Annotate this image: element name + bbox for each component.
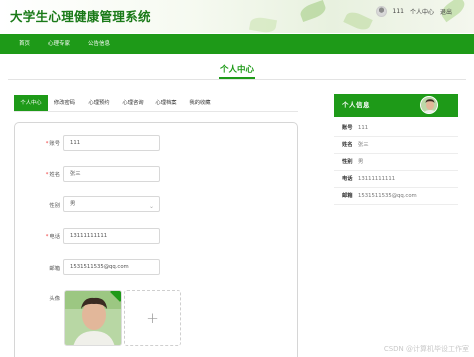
account-field[interactable]: 111	[63, 135, 160, 151]
profile-row-gender: 性别 男	[334, 154, 458, 171]
phone-field[interactable]: 13111111111	[63, 228, 160, 244]
required-mark: *	[45, 234, 49, 240]
profile-card-body: 账号 111 姓名 张三 性别 男 电话 13111111111 邮箱 1531…	[334, 117, 458, 205]
profile-card-title: 个人信息	[342, 101, 370, 109]
gender-label: 性别	[49, 203, 60, 209]
profile-card-header: 个人信息	[334, 94, 458, 117]
tab-appointments[interactable]: 心理预约	[84, 95, 114, 112]
tab-user-center[interactable]: 个人中心	[14, 95, 48, 112]
avatar-icon	[421, 97, 437, 113]
avatar-upload-button[interactable]: +	[124, 290, 181, 346]
profile-row-account: 账号 111	[334, 120, 458, 137]
phone-label: *电话	[45, 234, 60, 240]
avatar-label: 头像	[49, 296, 60, 302]
profile-row-phone: 电话 13111111111	[334, 171, 458, 188]
avatar-photo-image	[65, 291, 121, 345]
watermark: CSDN @计算机毕设工作室	[383, 345, 469, 353]
tabs-divider	[14, 111, 298, 112]
required-mark: *	[45, 141, 49, 147]
header-banner: 大学生心理健康管理系统 111 个人中心 退出	[0, 0, 474, 35]
avatar-photo[interactable]	[64, 290, 122, 346]
user-center-link[interactable]: 个人中心	[410, 7, 434, 16]
tab-consultation[interactable]: 心理咨询	[118, 95, 148, 112]
nav-item-experts[interactable]: 心理专家	[48, 34, 70, 54]
profile-row-email: 邮箱 1531511535@qq.com	[334, 188, 458, 205]
email-field[interactable]: 1531511535@qq.com	[63, 259, 160, 275]
main-nav: 首页 心理专家 公告信息	[0, 34, 474, 54]
username-link[interactable]: 111	[393, 8, 404, 15]
logout-link[interactable]: 退出	[440, 7, 452, 16]
gender-select-value: 男	[70, 201, 76, 207]
profile-avatar	[420, 96, 438, 114]
title-divider	[8, 79, 466, 80]
page-title: 个人中心	[219, 65, 254, 75]
name-field[interactable]: 张三	[63, 166, 160, 182]
tab-change-password[interactable]: 修改密码	[51, 95, 78, 112]
required-mark: *	[45, 172, 49, 178]
account-label: *账号	[45, 141, 60, 147]
chevron-down-icon: ⌄	[148, 203, 154, 210]
plus-icon: +	[146, 309, 159, 327]
site-title: 大学生心理健康管理系统	[10, 9, 151, 24]
tab-favorites[interactable]: 我的收藏	[185, 95, 215, 112]
tab-records[interactable]: 心理档案	[151, 95, 181, 112]
leaf-decoration	[298, 0, 328, 23]
title-underline	[219, 77, 255, 79]
leaf-decoration	[248, 15, 278, 35]
nav-item-announcements[interactable]: 公告信息	[88, 34, 110, 54]
leaf-decoration	[343, 9, 373, 33]
email-label: 邮箱	[49, 266, 60, 272]
profile-row-name: 姓名 张三	[334, 137, 458, 154]
name-label: *姓名	[45, 172, 60, 178]
gender-select[interactable]: 男 ⌄	[63, 196, 160, 212]
nav-item-home[interactable]: 首页	[19, 34, 30, 54]
user-area: 111 个人中心 退出	[375, 6, 452, 17]
avatar-icon[interactable]	[375, 6, 387, 17]
